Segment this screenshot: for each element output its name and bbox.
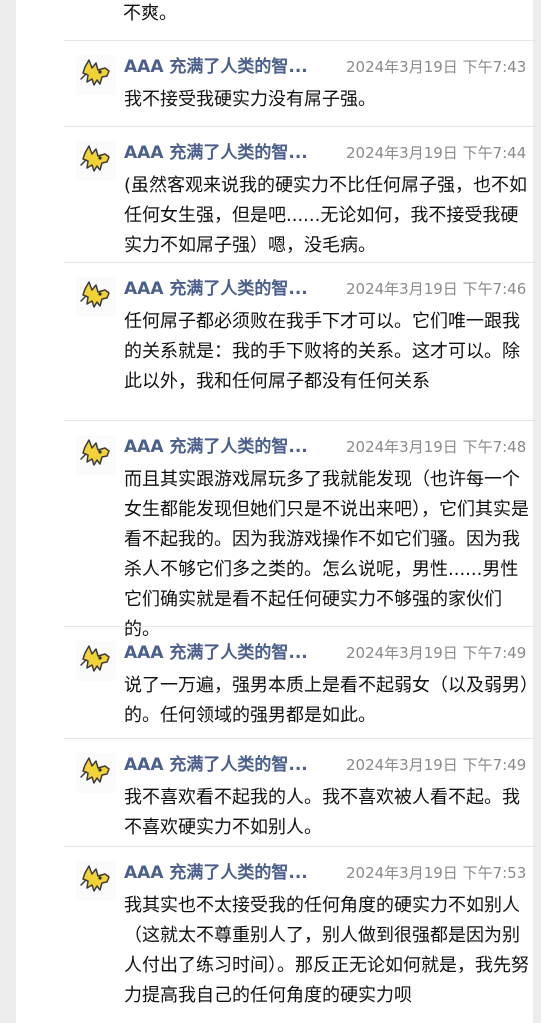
chat-history-panel[interactable]: 不爽。 AAA 充满了人类的智... 2024年3月19日 下午7:43 我不接… bbox=[16, 0, 537, 1023]
yellow-fox-icon bbox=[80, 757, 110, 784]
sender-avatar[interactable] bbox=[76, 141, 116, 181]
message-item[interactable]: AAA 充满了人类的智... 2024年3月19日 下午7:53 我其实也不太接… bbox=[64, 846, 537, 1023]
message-timestamp: 2024年3月19日 下午7:53 bbox=[346, 864, 527, 882]
yellow-fox-icon bbox=[80, 145, 110, 172]
message-item[interactable]: AAA 充满了人类的智... 2024年3月19日 下午7:49 我不喜欢看不起… bbox=[64, 738, 537, 847]
message-text: 我不喜欢看不起我的人。我不喜欢被人看不起。我不喜欢硬实力不如别人。 bbox=[124, 787, 520, 838]
message-text: 我不接受我硬实力没有屌子强。 bbox=[124, 89, 376, 110]
message-timestamp: 2024年3月19日 下午7:49 bbox=[346, 644, 527, 662]
sender-name[interactable]: AAA 充满了人类的智... bbox=[124, 277, 339, 301]
sender-avatar[interactable] bbox=[76, 861, 116, 901]
chat-history-screen: 不爽。 AAA 充满了人类的智... 2024年3月19日 下午7:43 我不接… bbox=[0, 0, 541, 1023]
sender-avatar[interactable] bbox=[76, 641, 116, 681]
yellow-fox-icon bbox=[80, 865, 110, 892]
message-timestamp: 2024年3月19日 下午7:46 bbox=[346, 280, 527, 298]
message-item[interactable]: AAA 充满了人类的智... 2024年3月19日 下午7:48 而且其实跟游戏… bbox=[64, 420, 537, 640]
sender-name[interactable]: AAA 充满了人类的智... bbox=[124, 861, 339, 885]
message-text: (虽然客观来说我的硬实力不比任何屌子强，也不如任何女生强，但是吧......无论… bbox=[124, 175, 528, 256]
message-item[interactable]: AAA 充满了人类的智... 2024年3月19日 下午7:44 (虽然客观来说… bbox=[64, 126, 537, 263]
message-timestamp: 2024年3月19日 下午7:49 bbox=[346, 756, 527, 774]
message-item[interactable]: AAA 充满了人类的智... 2024年3月19日 下午7:43 我不接受我硬实… bbox=[64, 40, 537, 127]
message-item[interactable]: AAA 充满了人类的智... 2024年3月19日 下午7:46 任何屌子都必须… bbox=[64, 262, 537, 421]
sender-name[interactable]: AAA 充满了人类的智... bbox=[124, 55, 339, 79]
message-timestamp: 2024年3月19日 下午7:44 bbox=[346, 144, 527, 162]
message-item[interactable]: AAA 充满了人类的智... 2024年3月19日 下午7:49 说了一万遍，强… bbox=[64, 626, 537, 739]
yellow-fox-icon bbox=[80, 281, 110, 308]
previous-message-fragment: 不爽。 bbox=[123, 3, 177, 24]
message-timestamp: 2024年3月19日 下午7:43 bbox=[346, 58, 527, 76]
message-text: 说了一万遍，强男本质上是看不起弱女（以及弱男）的。任何领域的强男都是如此。 bbox=[124, 675, 529, 726]
yellow-fox-icon bbox=[80, 59, 110, 86]
message-text: 我其实也不太接受我的任何角度的硬实力不如别人（这就太不尊重别人了，别人做到很强都… bbox=[124, 895, 529, 1006]
yellow-fox-icon bbox=[80, 439, 110, 466]
sender-avatar[interactable] bbox=[76, 753, 116, 793]
message-text: 而且其实跟游戏屌玩多了我就能发现（也许每一个女生都能发现但她们只是不说出来吧），… bbox=[124, 469, 529, 640]
sender-name[interactable]: AAA 充满了人类的智... bbox=[124, 141, 339, 165]
sender-name[interactable]: AAA 充满了人类的智... bbox=[124, 753, 339, 777]
sender-avatar[interactable] bbox=[76, 55, 116, 95]
sender-name[interactable]: AAA 充满了人类的智... bbox=[124, 641, 339, 665]
yellow-fox-icon bbox=[80, 645, 110, 672]
message-text: 任何屌子都必须败在我手下才可以。它们唯一跟我的关系就是：我的手下败将的关系。这才… bbox=[124, 311, 520, 392]
sender-avatar[interactable] bbox=[76, 435, 116, 475]
message-timestamp: 2024年3月19日 下午7:48 bbox=[346, 438, 527, 456]
sender-avatar[interactable] bbox=[76, 277, 116, 317]
sender-name[interactable]: AAA 充满了人类的智... bbox=[124, 435, 339, 459]
